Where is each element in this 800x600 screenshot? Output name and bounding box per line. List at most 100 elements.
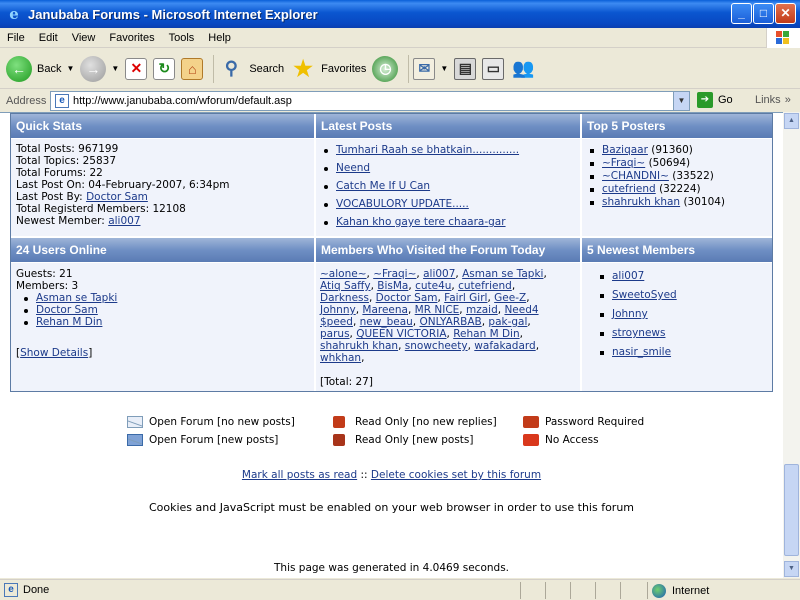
menu-file[interactable]: File: [0, 32, 32, 44]
menu-favorites[interactable]: Favorites: [102, 32, 161, 44]
separator: ,: [459, 304, 466, 316]
scroll-down-button[interactable]: ▼: [784, 561, 799, 577]
visited-member-link[interactable]: ~alone~: [320, 268, 367, 280]
visited-member-link[interactable]: pak-gal: [488, 316, 527, 328]
visited-member-link[interactable]: Fairl Girl: [444, 292, 487, 304]
legend-label: No Access: [545, 434, 599, 446]
newest-member-item-link[interactable]: ali007: [612, 270, 644, 282]
latest-post-link[interactable]: Kahan kho gaye tere chaara-gar: [336, 216, 506, 228]
visited-member-link[interactable]: ali007: [423, 268, 455, 280]
visited-member-link[interactable]: Mareena: [362, 304, 408, 316]
visited-member-link[interactable]: $peed: [320, 316, 353, 328]
newest-member-item-link[interactable]: nasir_smile: [612, 346, 671, 358]
back-arrow-icon: ←: [6, 55, 32, 82]
visited-member-link[interactable]: new_beau: [360, 316, 413, 328]
menu-view[interactable]: View: [65, 32, 103, 44]
back-button[interactable]: ← Back ▼: [6, 55, 74, 82]
latest-post-link[interactable]: Neend: [336, 162, 370, 174]
visited-member-link[interactable]: QUEEN VICTORIA: [356, 328, 446, 340]
newest-member-item-link[interactable]: stroynews: [612, 327, 665, 339]
links-button[interactable]: Links»: [755, 94, 791, 106]
menu-edit[interactable]: Edit: [32, 32, 65, 44]
top-poster-link[interactable]: cutefriend: [602, 183, 656, 195]
stop-button[interactable]: ✕: [125, 57, 148, 80]
menu-tools[interactable]: Tools: [162, 32, 202, 44]
top-poster-link[interactable]: shahrukh khan: [602, 196, 680, 208]
visited-line: whkhan,: [320, 352, 576, 364]
minimize-button[interactable]: _: [731, 3, 752, 24]
visited-member-link[interactable]: cutefriend: [458, 280, 512, 292]
newest-member-item-link[interactable]: SweetoSyed: [612, 289, 677, 301]
address-dropdown-button[interactable]: ▼: [673, 92, 689, 110]
latest-post-link[interactable]: Tumhari Raah se bhatkain..............: [336, 144, 519, 156]
list-item: nasir_smile: [596, 346, 758, 365]
title-bar: e Janubaba Forums - Microsoft Internet E…: [0, 0, 800, 28]
print-button[interactable]: ▤: [454, 57, 477, 80]
chevron-down-icon[interactable]: ▼: [440, 64, 448, 73]
visited-member-link[interactable]: parus: [320, 328, 350, 340]
users-online-header: 24 Users Online: [11, 238, 314, 262]
visited-line: parus, QUEEN VICTORIA, Rehan M Din,: [320, 328, 576, 340]
top-poster-link[interactable]: Baziqaar: [602, 144, 648, 156]
visited-member-link[interactable]: wafakadard: [474, 340, 535, 352]
visited-member-link[interactable]: Need4: [504, 304, 538, 316]
online-member-link[interactable]: Rehan M Din: [36, 316, 102, 328]
visited-member-link[interactable]: Johnny: [320, 304, 356, 316]
visited-member-link[interactable]: cute4u: [415, 280, 451, 292]
footer-links: Mark all posts as read :: Delete cookies…: [0, 469, 783, 481]
address-input[interactable]: e http://www.janubaba.com/wforum/default…: [50, 91, 690, 111]
latest-post-link[interactable]: Catch Me If U Can: [336, 180, 430, 192]
edit-button[interactable]: ▭: [482, 57, 505, 80]
mark-all-read-link[interactable]: Mark all posts as read: [242, 469, 357, 481]
vertical-scrollbar[interactable]: ▲ ▼: [783, 112, 800, 578]
visited-member-link[interactable]: ONLYARBAB: [419, 316, 481, 328]
refresh-button[interactable]: ↻: [153, 57, 176, 80]
visited-member-link[interactable]: Doctor Sam: [376, 292, 438, 304]
visited-member-link[interactable]: Darkness: [320, 292, 369, 304]
go-button[interactable]: ➔ Go: [697, 92, 733, 108]
messenger-button[interactable]: 👥: [510, 56, 536, 82]
visited-member-link[interactable]: whkhan: [320, 352, 361, 364]
top-poster-link[interactable]: ~CHANDNI~: [602, 170, 669, 182]
scroll-up-button[interactable]: ▲: [784, 113, 799, 129]
favorites-button[interactable]: ★ Favorites: [290, 56, 366, 82]
visited-member-link[interactable]: Asman se Tapki: [462, 268, 543, 280]
legend-open: Open Forum [no new posts] Open Forum [ne…: [127, 413, 295, 449]
latest-post-link[interactable]: VOCABULORY UPDATE.....: [336, 198, 469, 210]
mail-button[interactable]: ✉ ▼: [413, 57, 448, 80]
visited-member-link[interactable]: BisMa: [377, 280, 408, 292]
address-url[interactable]: http://www.janubaba.com/wforum/default.a…: [73, 95, 292, 107]
scroll-thumb[interactable]: [784, 464, 799, 556]
online-member-link[interactable]: Doctor Sam: [36, 304, 98, 316]
history-button[interactable]: ◷: [372, 55, 399, 82]
visited-member-link[interactable]: MR NICE: [415, 304, 460, 316]
online-member-link[interactable]: Asman se Tapki: [36, 292, 117, 304]
visited-member-link[interactable]: Atiq Saffy: [320, 280, 371, 292]
search-button[interactable]: ⚲ Search: [218, 56, 284, 82]
forward-button[interactable]: → ▼: [80, 55, 119, 82]
legend-access: Password Required No Access: [523, 413, 644, 449]
chevron-down-icon[interactable]: ▼: [66, 64, 74, 73]
newest-member-link[interactable]: ali007: [108, 215, 140, 227]
visited-member-link[interactable]: Gee-Z: [494, 292, 526, 304]
show-details-link[interactable]: Show Details: [20, 347, 88, 359]
status-divider: [570, 582, 571, 599]
visited-member-link[interactable]: mzaid: [466, 304, 498, 316]
last-post-by-link[interactable]: Doctor Sam: [86, 191, 148, 203]
chevron-down-icon[interactable]: ▼: [111, 64, 119, 73]
visited-member-link[interactable]: snowcheety: [405, 340, 468, 352]
visited-member-link[interactable]: Rehan M Din: [453, 328, 519, 340]
newest-member-item-link[interactable]: Johnny: [612, 308, 648, 320]
legend-no-access: No Access: [523, 431, 644, 449]
close-button[interactable]: ✕: [775, 3, 796, 24]
visited-member-link[interactable]: shahrukh khan: [320, 340, 398, 352]
menu-help[interactable]: Help: [201, 32, 238, 44]
home-button[interactable]: ⌂: [181, 57, 204, 80]
top-posters-cell: Baziqaar (91360) ~Fraqi~ (50694) ~CHANDN…: [582, 139, 772, 236]
maximize-button[interactable]: □: [753, 3, 774, 24]
top-poster-link[interactable]: ~Fraqi~: [602, 157, 645, 169]
status-text: Done: [23, 584, 50, 596]
refresh-icon: ↻: [153, 57, 176, 80]
delete-cookies-link[interactable]: Delete cookies set by this forum: [371, 469, 541, 481]
visited-member-link[interactable]: ~Fraqi~: [373, 268, 416, 280]
